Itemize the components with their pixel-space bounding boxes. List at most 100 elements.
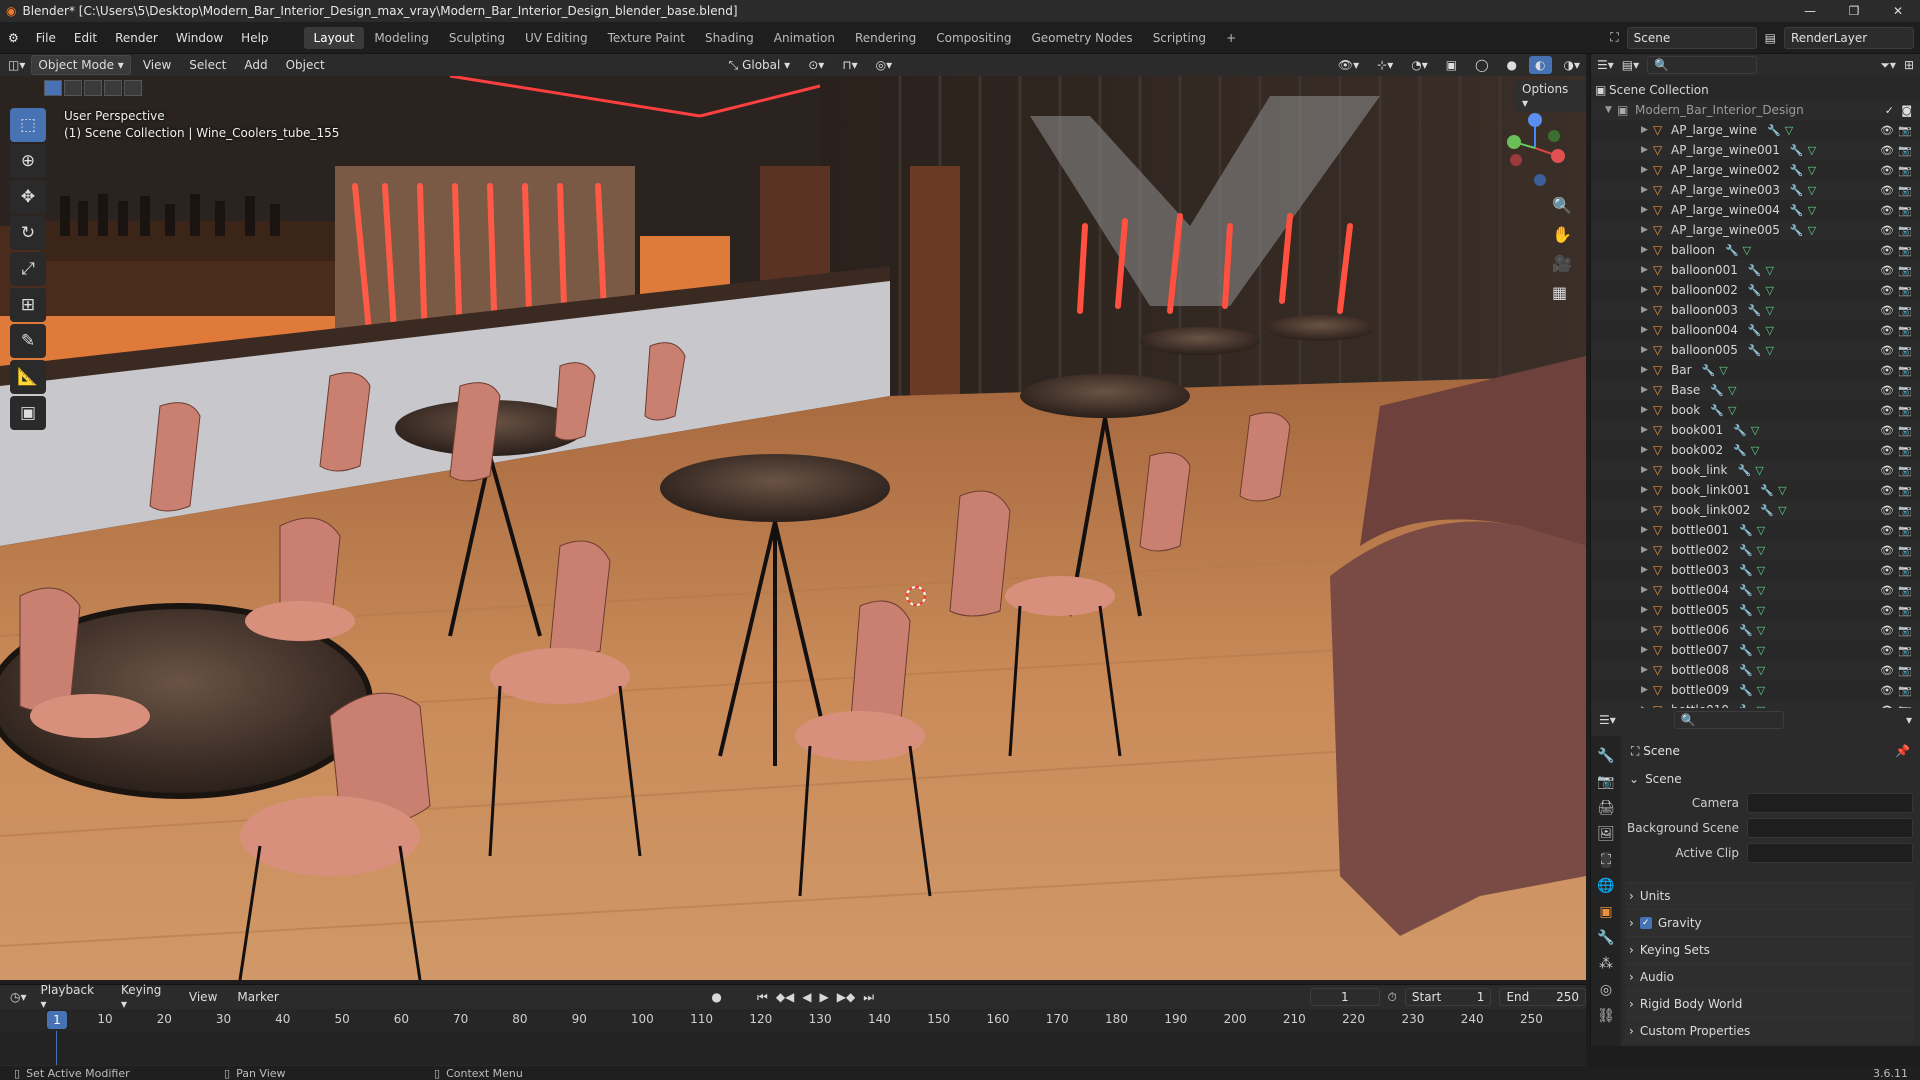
particles-tab-icon[interactable]: ⁂ (1599, 956, 1613, 972)
expand-arrow-icon[interactable]: ▶ (1641, 325, 1653, 335)
mesh-data-icon[interactable]: ▽ (1757, 604, 1765, 617)
shading-rendered-icon[interactable]: ◑▾ (1558, 56, 1587, 74)
menu-window[interactable]: Window (167, 31, 232, 45)
eye-icon[interactable]: 👁 (1880, 304, 1894, 317)
view-layer-icon[interactable]: ▤ (1765, 31, 1776, 45)
camera-render-icon[interactable]: 📷 (1898, 604, 1912, 617)
modifier-icon[interactable]: 🔧 (1702, 364, 1716, 377)
camera-render-icon[interactable]: 📷 (1898, 664, 1912, 677)
outliner-item[interactable]: ▶ ▽ book_link 🔧 ▽ 👁 📷 (1591, 460, 1920, 480)
tab-scripting[interactable]: Scripting (1143, 27, 1216, 49)
expand-arrow-icon[interactable]: ▶ (1641, 445, 1653, 455)
expand-arrow-icon[interactable]: ▶ (1641, 425, 1653, 435)
modifier-icon[interactable]: 🔧 (1733, 424, 1747, 437)
next-keyframe-icon[interactable]: ▶◆ (837, 990, 855, 1004)
camera-render-icon[interactable]: 📷 (1898, 304, 1912, 317)
expand-arrow-icon[interactable]: ▶ (1641, 185, 1653, 195)
expand-arrow-icon[interactable]: ▶ (1641, 205, 1653, 215)
menu-playback[interactable]: Playback ▾ (35, 983, 108, 1011)
camera-render-icon[interactable]: 📷 (1898, 564, 1912, 577)
zoom-icon[interactable]: 🔍 (1552, 196, 1572, 215)
expand-arrow-icon[interactable]: ▶ (1641, 645, 1653, 655)
eye-icon[interactable]: 👁 (1880, 224, 1894, 237)
expand-arrow-icon[interactable]: ▶ (1641, 285, 1653, 295)
mesh-data-icon[interactable]: ▽ (1778, 504, 1786, 517)
mesh-data-icon[interactable]: ▽ (1757, 524, 1765, 537)
camera-render-icon[interactable]: 📷 (1898, 644, 1912, 657)
tool-tab-icon[interactable]: 🔧 (1597, 748, 1614, 764)
snap-icon[interactable]: ⊓▾ (836, 56, 863, 74)
outliner-item[interactable]: ▶ ▽ bottle002 🔧 ▽ 👁 📷 (1591, 540, 1920, 560)
measure-icon[interactable]: 📐 (10, 360, 46, 394)
render-toggle-icon[interactable]: ◙ (1901, 104, 1912, 117)
play-reverse-icon[interactable]: ◀ (802, 990, 811, 1004)
outliner-item[interactable]: ▶ ▽ bottle006 🔧 ▽ 👁 📷 (1591, 620, 1920, 640)
visibility-icon[interactable]: 👁▾ (1332, 56, 1365, 74)
gravity-checkbox[interactable]: ✓ (1639, 917, 1652, 929)
modifier-icon[interactable]: 🔧 (1790, 224, 1804, 237)
camera-render-icon[interactable]: 📷 (1898, 244, 1912, 257)
eye-icon[interactable]: 👁 (1880, 424, 1894, 437)
modifier-icon[interactable]: 🔧 (1739, 524, 1753, 537)
outliner-item[interactable]: ▶ ▽ bottle007 🔧 ▽ 👁 📷 (1591, 640, 1920, 660)
pin-icon[interactable]: 📌 (1895, 744, 1910, 758)
tab-shading[interactable]: Shading (695, 27, 764, 49)
modifier-icon[interactable]: 🔧 (1790, 164, 1804, 177)
select-extend-icon[interactable] (64, 80, 82, 96)
mesh-data-icon[interactable]: ▽ (1755, 464, 1763, 477)
outliner-item[interactable]: ▶ ▽ balloon005 🔧 ▽ 👁 📷 (1591, 340, 1920, 360)
eye-icon[interactable]: 👁 (1880, 524, 1894, 537)
outliner-item[interactable]: ▶ ▽ balloon 🔧 ▽ 👁 📷 (1591, 240, 1920, 260)
menu-object[interactable]: Object (280, 56, 331, 74)
tab-rendering[interactable]: Rendering (845, 27, 926, 49)
filter-icon[interactable]: ⏷▾ (1880, 58, 1896, 73)
checkbox-icon[interactable]: ✓ (1885, 104, 1894, 117)
active-clip-field[interactable] (1747, 842, 1913, 863)
pan-hand-icon[interactable]: ✋ (1552, 225, 1572, 244)
eye-icon[interactable]: 👁 (1880, 284, 1894, 297)
render-tab-icon[interactable]: 📷 (1597, 774, 1614, 790)
expand-arrow-icon[interactable]: ▶ (1641, 245, 1653, 255)
eye-icon[interactable]: 👁 (1880, 684, 1894, 697)
eye-icon[interactable]: 👁 (1880, 484, 1894, 497)
eye-icon[interactable]: 👁 (1880, 444, 1894, 457)
eye-icon[interactable]: 👁 (1880, 324, 1894, 337)
playhead[interactable]: 1 (47, 1011, 67, 1029)
modifier-icon[interactable]: 🔧 (1739, 604, 1753, 617)
menu-view[interactable]: View (137, 56, 177, 74)
camera-render-icon[interactable]: 📷 (1898, 404, 1912, 417)
tab-sculpting[interactable]: Sculpting (439, 27, 515, 49)
eye-icon[interactable]: 👁 (1880, 204, 1894, 217)
menu-select[interactable]: Select (183, 56, 232, 74)
outliner-item[interactable]: ▶ ▽ book_link001 🔧 ▽ 👁 📷 (1591, 480, 1920, 500)
expand-arrow-icon[interactable]: ▶ (1641, 545, 1653, 555)
modifier-icon[interactable]: 🔧 (1748, 324, 1762, 337)
camera-render-icon[interactable]: 📷 (1898, 584, 1912, 597)
expand-arrow-icon[interactable]: ▶ (1641, 405, 1653, 415)
expand-arrow-icon[interactable]: ▼ (1605, 105, 1617, 115)
expand-arrow-icon[interactable]: ▶ (1641, 345, 1653, 355)
outliner-item[interactable]: ▶ ▽ bottle009 🔧 ▽ 👁 📷 (1591, 680, 1920, 700)
modifier-icon[interactable]: 🔧 (1748, 344, 1762, 357)
eye-icon[interactable]: 👁 (1880, 404, 1894, 417)
mesh-data-icon[interactable]: ▽ (1728, 384, 1736, 397)
camera-render-icon[interactable]: 📷 (1898, 484, 1912, 497)
prev-keyframe-icon[interactable]: ◆◀ (776, 990, 794, 1004)
eye-icon[interactable]: 👁 (1880, 144, 1894, 157)
eye-icon[interactable]: 👁 (1880, 504, 1894, 517)
record-icon[interactable]: ● (711, 990, 721, 1004)
mesh-data-icon[interactable]: ▽ (1766, 284, 1774, 297)
transform-icon[interactable]: ⊞ (10, 288, 46, 322)
camera-render-icon[interactable]: 📷 (1898, 144, 1912, 157)
outliner-search-input[interactable]: 🔍 (1647, 56, 1758, 74)
shading-material-icon[interactable]: ◐ (1529, 56, 1552, 74)
mesh-data-icon[interactable]: ▽ (1808, 184, 1816, 197)
menu-help[interactable]: Help (232, 31, 277, 45)
eye-icon[interactable]: 👁 (1880, 384, 1894, 397)
camera-render-icon[interactable]: 📷 (1898, 544, 1912, 557)
menu-keying[interactable]: Keying ▾ (115, 983, 175, 1011)
modifier-icon[interactable]: 🔧 (1790, 144, 1804, 157)
menu-timeline-view[interactable]: View (183, 990, 223, 1004)
modifier-tab-icon[interactable]: 🔧 (1597, 930, 1614, 946)
mesh-data-icon[interactable]: ▽ (1757, 664, 1765, 677)
